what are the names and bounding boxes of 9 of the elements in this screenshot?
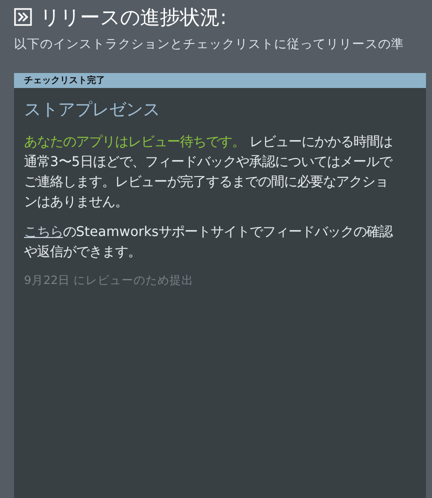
review-message: あなたのアプリはレビュー待ちです。 レビューにかかる時間は通常3〜5日ほどで、フィードバックや承認についてはメールでご連絡します。レビューが完了するまでの間に必要なアクションはありません。: [24, 134, 394, 212]
section-title: ストアプレゼンス: [24, 99, 161, 121]
support-link[interactable]: こちら: [24, 225, 63, 240]
panel-header: チェックリスト完了: [14, 73, 426, 88]
subtitle: 以下のインストラクションとチェックリストに従ってリリースの準: [14, 36, 405, 53]
submitted-date: 9月22日 にレビューのため提出: [24, 273, 195, 288]
support-paragraph: こちらのSteamworksサポートサイトでフィードバックの確認や返信ができます。: [24, 224, 394, 262]
forward-icon: [14, 8, 32, 26]
page-title: リリースの進捗状況:: [40, 4, 227, 30]
